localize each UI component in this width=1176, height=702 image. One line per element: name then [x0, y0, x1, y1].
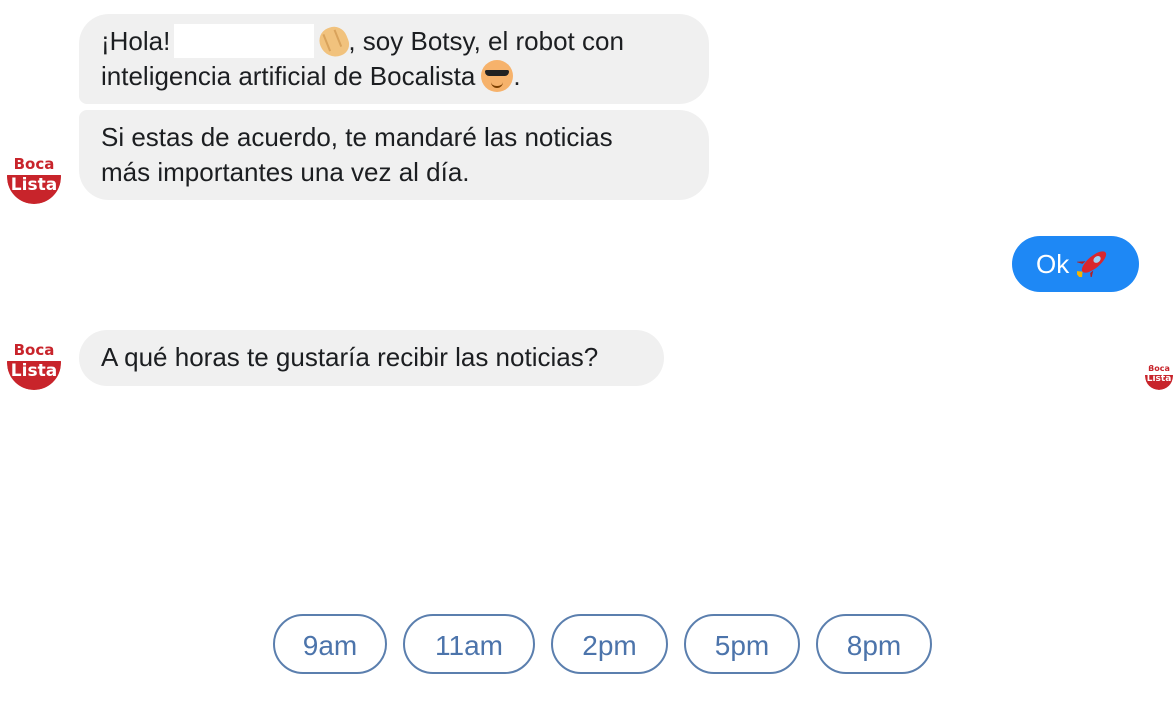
read-receipt-avatar: Boca Lista [1145, 362, 1173, 390]
receipt-label-top: Boca [1148, 364, 1170, 373]
quick-reply-11am[interactable]: 11am [403, 614, 535, 674]
quick-reply-9am[interactable]: 9am [273, 614, 387, 674]
consent-text-line2: más importantes una vez al día. [101, 157, 470, 187]
bot-message-greeting: ¡Hola! , soy Botsy, el robot con intelige… [79, 14, 709, 104]
bot-message-consent: Si estas de acuerdo, te mandaré las noti… [79, 110, 709, 200]
greeting-text-after: , soy Botsy, el robot con [348, 26, 624, 56]
quick-reply-8pm[interactable]: 8pm [816, 614, 932, 674]
greeting-text: ¡Hola! [101, 26, 171, 56]
quick-replies: 9am 11am 2pm 5pm 8pm [0, 614, 1176, 676]
avatar-label-bottom: Lista [10, 361, 58, 381]
bot-avatar: Boca Lista [7, 150, 61, 204]
avatar-label-bottom: Lista [10, 175, 58, 195]
user-message-text: Ok [1036, 249, 1070, 279]
question-text: A qué horas te gustaría recibir las noti… [101, 342, 599, 372]
sunglasses-face-icon [481, 60, 514, 92]
receipt-label-bottom: Lista [1146, 374, 1172, 384]
quick-reply-2pm[interactable]: 2pm [551, 614, 668, 674]
greeting-text-line2: inteligencia artificial de Bocalista [101, 61, 476, 91]
rocket-icon [1074, 240, 1111, 296]
bot-avatar: Boca Lista [7, 336, 61, 390]
user-message: Ok [1012, 236, 1139, 292]
greeting-text-end: . [513, 61, 521, 91]
bot-message-question: A qué horas te gustaría recibir las noti… [79, 330, 664, 386]
avatar-label-top: Boca [13, 155, 55, 173]
redacted-name [174, 24, 315, 58]
avatar-label-top: Boca [13, 341, 55, 359]
consent-text-line1: Si estas de acuerdo, te mandaré las noti… [101, 122, 613, 152]
quick-reply-5pm[interactable]: 5pm [684, 614, 800, 674]
